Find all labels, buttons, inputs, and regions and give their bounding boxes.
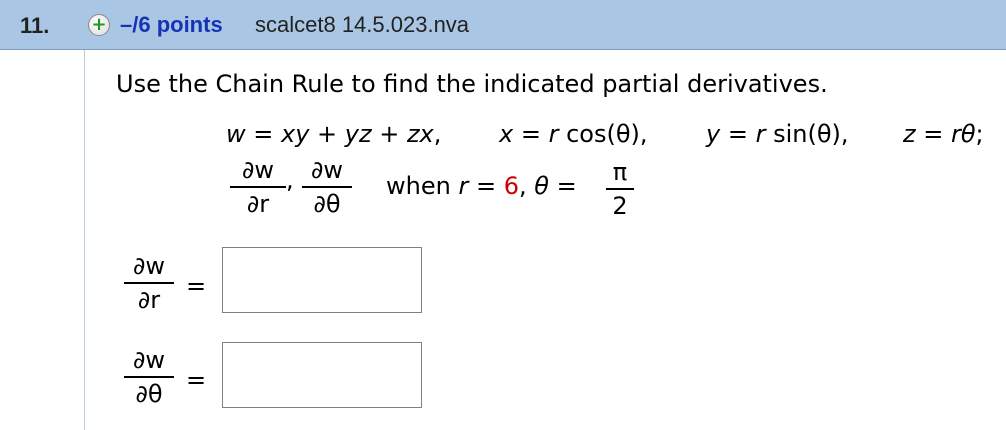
plus-icon[interactable]: + bbox=[88, 14, 110, 36]
equation-y: y = r sin(θ), bbox=[706, 120, 849, 148]
question-source: scalcet8 14.5.023.nva bbox=[255, 12, 470, 37]
question-header: 11. + –/6 points scalcet8 14.5.023.nva bbox=[0, 0, 1006, 50]
theta-value-fraction: π2 bbox=[606, 158, 634, 220]
answer-input-dw-dtheta[interactable] bbox=[222, 342, 422, 408]
derivative-dw-dr: ∂w ∂r bbox=[230, 156, 286, 218]
equation-x: x = r cos(θ), bbox=[499, 120, 648, 148]
points-label: –/6 points bbox=[120, 12, 223, 37]
left-rule bbox=[84, 50, 85, 430]
derivative-dw-dtheta: ∂w ∂θ bbox=[302, 156, 352, 218]
answer-equals-2: = bbox=[186, 366, 207, 394]
r-value: 6 bbox=[503, 172, 519, 200]
derivative-comma: , bbox=[286, 166, 294, 194]
answer-label-dw-dr: ∂w ∂r bbox=[124, 252, 174, 314]
answer-label-dw-dtheta: ∂w ∂θ bbox=[124, 346, 174, 408]
answer-equals-1: = bbox=[186, 272, 207, 300]
condition-text: when r = 6, θ = bbox=[386, 172, 577, 200]
equation-w: w = xy + yz + zx, bbox=[226, 120, 442, 148]
question-number: 11. bbox=[20, 13, 50, 38]
problem-prompt: Use the Chain Rule to find the indicated… bbox=[116, 70, 828, 98]
equation-z: z = rθ; bbox=[903, 120, 984, 148]
answer-input-dw-dr[interactable] bbox=[222, 247, 422, 313]
